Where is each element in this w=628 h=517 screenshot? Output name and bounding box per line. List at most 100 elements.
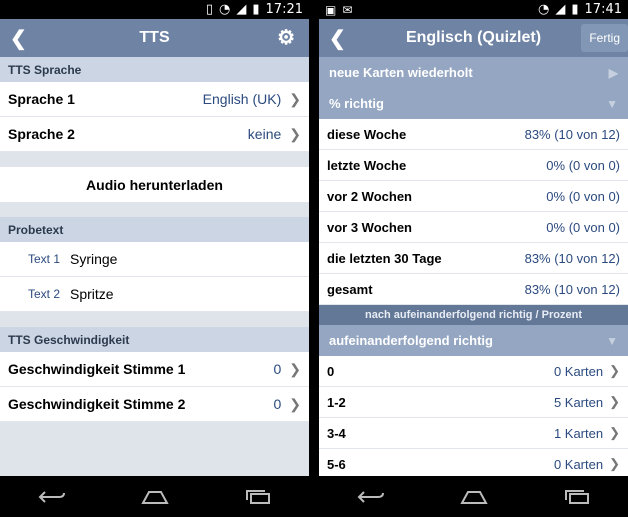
speed-2-row[interactable]: Geschwindigkeit Stimme 2 0 ❯ bbox=[0, 387, 309, 422]
home-nav-icon[interactable] bbox=[459, 489, 489, 505]
notification-icons: ▣ ✉ bbox=[325, 3, 352, 17]
row-value: 0 Karten bbox=[553, 363, 604, 379]
row-label: gesamt bbox=[327, 281, 373, 297]
section-header-language: TTS Sprache bbox=[0, 57, 309, 82]
stat-row: gesamt 83% (10 von 12) bbox=[319, 274, 628, 305]
chevron-right-icon: ❯ bbox=[289, 360, 301, 377]
row-value: Spritze bbox=[70, 286, 114, 302]
header-label: aufeinanderfolgend richtig bbox=[329, 333, 493, 348]
row-value: 83% (10 von 12) bbox=[524, 126, 620, 142]
recent-apps-icon[interactable] bbox=[562, 489, 592, 505]
triangle-down-icon: ▼ bbox=[606, 96, 618, 111]
consecutive-row[interactable]: 3-4 1 Karten ❯ bbox=[319, 418, 628, 449]
row-value: English (UK) bbox=[202, 91, 282, 107]
chevron-right-icon: ❯ bbox=[609, 456, 620, 471]
row-label: vor 2 Wochen bbox=[327, 188, 413, 204]
row-value: 0% (0 von 0) bbox=[546, 157, 620, 173]
row-label: 3-4 bbox=[327, 425, 346, 441]
header-percent[interactable]: % richtig ▼ bbox=[319, 88, 628, 119]
image-icon: ▣ bbox=[325, 2, 337, 17]
row-value: 83% (10 von 12) bbox=[524, 250, 620, 266]
row-label: vor 3 Wochen bbox=[327, 219, 413, 235]
back-icon[interactable]: ❮ bbox=[10, 26, 27, 51]
recent-apps-icon[interactable] bbox=[243, 489, 273, 505]
status-bar: ▣ ✉ ◔ ◢ ▮ 17:41 bbox=[319, 0, 628, 19]
status-time: 17:41 bbox=[584, 2, 622, 17]
row-label: Geschwindigkeit Stimme 1 bbox=[8, 361, 186, 377]
row-label: die letzten 30 Tage bbox=[327, 250, 442, 266]
row-label: Sprache 2 bbox=[8, 126, 75, 142]
stats-screen: ▣ ✉ ◔ ◢ ▮ 17:41 ❮ Englisch (Quizlet) Fer… bbox=[319, 0, 628, 517]
battery-icon: ▮ bbox=[252, 2, 260, 17]
chevron-right-icon: ❯ bbox=[289, 90, 301, 107]
nav-bar bbox=[319, 476, 628, 517]
tts-screen: ▯ ◔ ◢ ▮ 17:21 ❮ TTS ⚙ TTS Sprache Sprach… bbox=[0, 0, 309, 517]
row-label: 1-2 bbox=[327, 394, 346, 410]
row-value: 0% (0 von 0) bbox=[546, 219, 620, 235]
row-value: 5 Karten bbox=[553, 394, 604, 410]
gear-icon[interactable]: ⚙ bbox=[277, 25, 295, 50]
row-value: 0 bbox=[273, 396, 282, 412]
row-value: 0 Karten bbox=[553, 456, 604, 472]
row-value: keine bbox=[247, 126, 282, 142]
done-button[interactable]: Fertig bbox=[581, 24, 628, 52]
speed-1-row[interactable]: Geschwindigkeit Stimme 1 0 ❯ bbox=[0, 352, 309, 387]
home-nav-icon[interactable] bbox=[140, 489, 170, 505]
download-audio-button[interactable]: Audio herunterladen bbox=[0, 167, 309, 202]
row-value: 0 bbox=[273, 361, 282, 377]
language-1-row[interactable]: Sprache 1 English (UK) ❯ bbox=[0, 82, 309, 117]
consecutive-percent-bar[interactable]: nach aufeinanderfolgend richtig / Prozen… bbox=[319, 305, 628, 325]
chevron-right-icon: ❯ bbox=[289, 395, 301, 412]
row-value: 0% (0 von 0) bbox=[546, 188, 620, 204]
stat-row: vor 2 Wochen 0% (0 von 0) bbox=[319, 181, 628, 212]
status-time: 17:21 bbox=[265, 2, 303, 17]
sample-text-2-row[interactable]: Text 2 Spritze bbox=[0, 277, 309, 312]
chevron-right-icon: ❯ bbox=[609, 394, 620, 409]
spacer bbox=[0, 312, 309, 327]
row-value: Syringe bbox=[70, 251, 118, 267]
wifi-icon: ◔ bbox=[538, 2, 550, 17]
header-repeated[interactable]: neue Karten wiederholt ▶ bbox=[319, 57, 628, 88]
row-label: Geschwindigkeit Stimme 2 bbox=[8, 396, 186, 412]
stat-row: vor 3 Wochen 0% (0 von 0) bbox=[319, 212, 628, 243]
consecutive-row[interactable]: 1-2 5 Karten ❯ bbox=[319, 387, 628, 418]
row-label: diese Woche bbox=[327, 126, 407, 142]
row-label: Text 1 bbox=[28, 252, 61, 266]
chevron-right-icon: ❯ bbox=[609, 363, 620, 378]
section-header-sample: Probetext bbox=[0, 217, 309, 242]
page-title: Englisch (Quizlet) bbox=[405, 29, 542, 46]
app-bar: ❮ Englisch (Quizlet) Fertig bbox=[319, 19, 628, 57]
row-label: 5-6 bbox=[327, 456, 346, 472]
battery-icon: ▮ bbox=[571, 2, 579, 17]
row-label: 0 bbox=[327, 363, 335, 379]
signal-icon: ◢ bbox=[236, 2, 247, 17]
header-consecutive[interactable]: aufeinanderfolgend richtig ▼ bbox=[319, 325, 628, 356]
stat-row: letzte Woche 0% (0 von 0) bbox=[319, 150, 628, 181]
nav-bar bbox=[0, 476, 309, 517]
spacer bbox=[0, 202, 309, 217]
app-bar: ❮ TTS ⚙ bbox=[0, 19, 309, 57]
status-bar: ▯ ◔ ◢ ▮ 17:21 bbox=[0, 0, 309, 19]
sample-text-1-row[interactable]: Text 1 Syringe bbox=[0, 242, 309, 277]
back-nav-icon[interactable] bbox=[356, 489, 386, 505]
back-icon[interactable]: ❮ bbox=[329, 26, 346, 51]
triangle-right-icon: ▶ bbox=[608, 65, 618, 80]
signal-icon: ◢ bbox=[555, 2, 566, 17]
header-label: neue Karten wiederholt bbox=[329, 65, 473, 80]
language-2-row[interactable]: Sprache 2 keine ❯ bbox=[0, 117, 309, 152]
spacer bbox=[0, 152, 309, 167]
row-value: 83% (10 von 12) bbox=[524, 281, 620, 297]
header-label: % richtig bbox=[329, 96, 384, 111]
chevron-right-icon: ❯ bbox=[289, 125, 301, 142]
consecutive-row[interactable]: 0 0 Karten ❯ bbox=[319, 356, 628, 387]
row-label: Sprache 1 bbox=[8, 91, 75, 107]
page-title: TTS bbox=[139, 29, 170, 46]
row-label: Text 2 bbox=[28, 287, 61, 301]
stat-row: die letzten 30 Tage 83% (10 von 12) bbox=[319, 243, 628, 274]
chevron-right-icon: ❯ bbox=[609, 425, 620, 440]
vibrate-icon: ▯ bbox=[205, 2, 214, 17]
mail-icon: ✉ bbox=[342, 2, 353, 17]
row-label: letzte Woche bbox=[327, 157, 407, 173]
back-nav-icon[interactable] bbox=[37, 489, 67, 505]
stat-row: diese Woche 83% (10 von 12) bbox=[319, 119, 628, 150]
